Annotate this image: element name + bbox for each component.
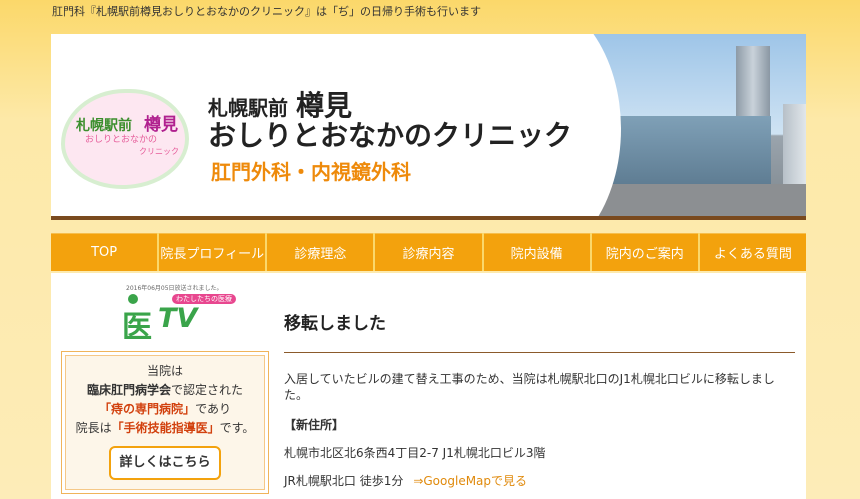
logo-text-line2: おしりとおなかの	[85, 135, 158, 145]
cert-line4: 院長は「手術技能指導医」です。	[75, 421, 255, 435]
nav-director-profile[interactable]: 院長プロフィール	[159, 233, 266, 271]
nav-philosophy[interactable]: 診療理念	[267, 233, 374, 271]
nav-clinic-guide[interactable]: 院内のご案内	[591, 233, 698, 271]
cert-line2: 臨床肛門病学会で認定された	[86, 383, 244, 397]
nav-services[interactable]: 診療内容	[375, 233, 482, 271]
nav-top[interactable]: TOP	[51, 233, 158, 271]
clinic-name-main: おしりとおなかのクリニック	[208, 119, 573, 152]
new-address: 札幌市北区北6条西4丁目2-7 J1札幌北口ビル3階	[284, 446, 546, 460]
clinic-departments: 肛門外科・内視鏡外科	[211, 160, 411, 184]
google-map-link[interactable]: ⇒GoogleMapで見る	[413, 474, 527, 488]
title-divider	[284, 352, 795, 353]
access-info: JR札幌駅北口 徒歩1分 ⇒GoogleMapで見る	[284, 474, 528, 488]
certification-box-inner: 当院は 臨床肛門病学会で認定された 「痔の専門病院」であり 院長は「手術技能指導…	[65, 355, 265, 490]
cert-line1: 当院は	[146, 364, 183, 378]
tv-broadcast-caption: 2016年06月05日放送されました。	[126, 285, 223, 292]
tv-logo-kanji: 医	[122, 310, 152, 345]
tv-logo-letters: TV	[158, 303, 198, 334]
post-title: 移転しました	[284, 314, 386, 334]
top-tagline: 肛門科『札幌駅前樽見おしりとおなかのクリニック』は「ぢ」の日帰り手術も行います	[52, 5, 481, 18]
details-button[interactable]: 詳しくはこちら	[109, 446, 221, 480]
main-nav: TOP 院長プロフィール 診療理念 診療内容 院内設備 院内のご案内 よくある質…	[51, 233, 806, 271]
nav-facilities[interactable]: 院内設備	[483, 233, 590, 271]
nav-faq[interactable]: よくある質問	[699, 233, 806, 271]
tv-program-logo[interactable]: わたしたちの医療 医 TV	[122, 294, 236, 345]
header-banner[interactable]: 札幌駅前 樽見 おしりとおなかの クリニック 札幌駅前 樽見 おしりとおなかのクリニ…	[51, 34, 806, 220]
new-address-heading: 【新住所】	[284, 418, 345, 432]
post-body: 入居していたビルの建て替え工事のため、当院は札幌駅北口のJ1札幌北口ビルに移転し…	[284, 372, 775, 402]
certification-box: 当院は 臨床肛門病学会で認定された 「痔の専門病院」であり 院長は「手術技能指導…	[61, 351, 269, 494]
cert-line3: 「痔の専門病院」であり	[99, 402, 231, 416]
logo-text-line3: クリニック	[139, 147, 179, 156]
